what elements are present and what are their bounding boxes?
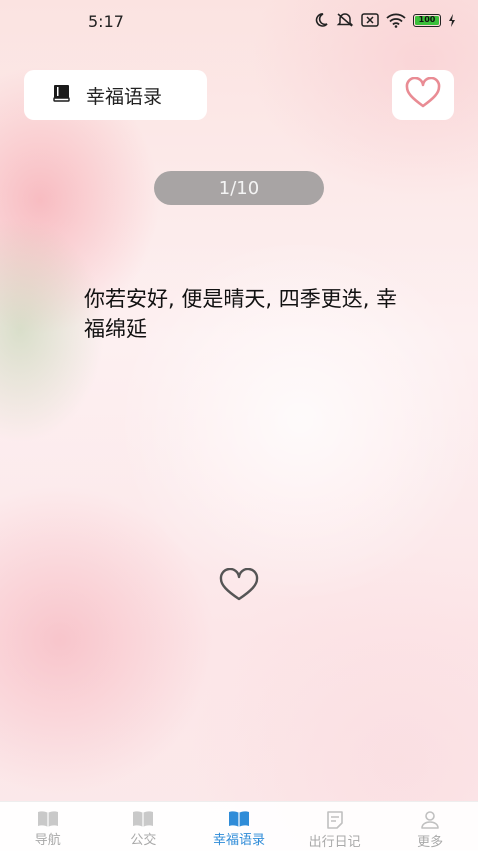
heart-outline-icon [218,567,260,606]
favorites-button[interactable] [392,70,454,120]
book-icon [227,810,251,832]
nav-item-bus[interactable]: 公交 [96,802,192,851]
page-title: 幸福语录 [86,85,163,108]
status-bar: 5:17 100 [0,0,478,44]
book-icon [131,810,155,832]
nav-item-quotes[interactable]: 幸福语录 [191,802,287,851]
book-icon [36,810,60,832]
notes-icon [325,810,345,834]
person-icon [420,810,440,834]
mute-icon [336,12,354,28]
nav-label: 幸福语录 [212,833,265,848]
bottom-nav: 导航 公交 幸福语录 出行日记 更多 [0,801,478,851]
heart-outline-icon [404,76,442,113]
quote-text: 你若安好, 便是晴天, 四季更迭, 幸福绵延 [84,287,398,341]
like-button[interactable] [217,567,261,606]
nav-item-travel-diary[interactable]: 出行日记 [287,802,383,851]
page-indicator: 1/10 [154,171,324,205]
nav-label: 导航 [34,833,61,848]
nav-label: 出行日记 [308,835,361,850]
status-time: 5:17 [88,12,124,31]
battery-level: 100 [418,15,436,24]
nav-item-more[interactable]: 更多 [382,802,478,851]
book-icon [52,84,72,106]
sim-icon [361,13,379,27]
charging-icon [448,13,456,27]
page-title-card: 幸福语录 [24,70,207,120]
battery-icon: 100 [413,13,441,27]
nav-label: 公交 [130,833,157,848]
nav-label: 更多 [417,835,444,850]
background-image [0,0,478,850]
nav-item-navigation[interactable]: 导航 [0,802,96,851]
moon-icon [313,12,329,28]
wifi-icon [386,13,406,28]
status-icons: 100 [313,12,456,28]
